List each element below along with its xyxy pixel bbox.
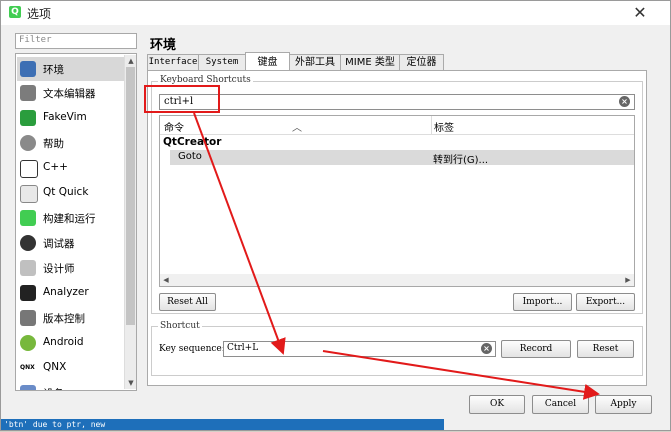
annotation-arrow-to-sequence: [193, 112, 286, 355]
annotation-arrow-to-apply: [322, 350, 600, 400]
options-dialog: Q 选项 ✕ Filter 环境 文本编辑器 FakeVim 帮助 C++ Qt…: [0, 0, 671, 431]
annotation-arrows: [193, 112, 600, 400]
